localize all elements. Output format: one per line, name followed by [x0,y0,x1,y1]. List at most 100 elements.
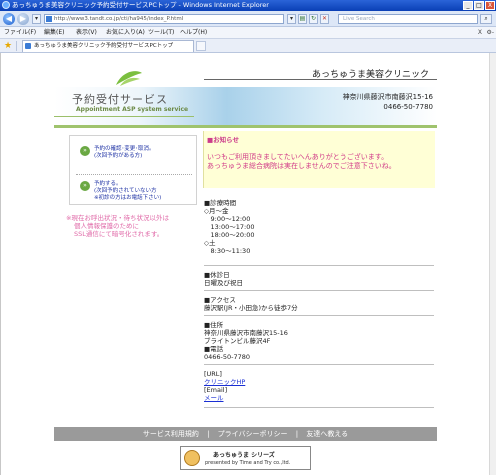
address-line: ■住所 [204,321,224,329]
hours-line: ■診療時間 [204,199,237,207]
email-label: [Email] [204,386,228,394]
ssl-note: ※現在お呼出状況・待ち状況以外は 個人情報保護のために SSL通信にて暗号化され… [66,214,204,238]
hours-line: ◇月～金 [204,207,229,215]
url-label: [URL] [204,370,222,378]
access-line: 藤沢駅(JR・小田急)から徒歩7分 [204,304,298,312]
section-divider [204,315,434,316]
series-name: あっちゅうま シリーズ [213,452,275,459]
menu-favorites[interactable]: お気に入り(A) [106,27,145,39]
address-line: ブライトンビル藤沢4F [204,337,271,345]
window-controls: _ □ X [463,1,495,10]
page-container: あっちゅうま美容クリニック 予約受付サービス Appointment ASP s… [54,53,437,475]
compat-view-icon[interactable]: ▤ [298,14,307,24]
address-input[interactable]: http://www3.tandt.co.jp/cti/ha945/index_… [44,14,284,24]
holiday-line: 日曜及び祝日 [204,279,243,287]
new-tab-button[interactable] [196,41,206,51]
section-divider [204,407,434,408]
access-line: ■アクセス [204,296,236,304]
access-section: ■アクセス 藤沢駅(JR・小田急)から徒歩7分 [204,296,298,312]
stop-icon[interactable]: ✕ [320,14,329,24]
page-viewport: あっちゅうま美容クリニック 予約受付サービス Appointment ASP s… [0,53,496,475]
news-body: いつもご利用頂きましてたいへんありがとうございます。 あっちゅうま総合病院は実在… [207,153,396,171]
footer-divider: | [295,430,299,438]
new-reservation-text: 予約する。 (次回予約されていない方 ※初診の方はお電話下さい) [94,181,161,202]
window-title: あっちゅうま美容クリニック予約受付サービスPCトップ - Windows Int… [12,1,269,9]
address-line: 神奈川県藤沢市南藤沢15-16 [204,329,288,337]
section-divider [204,364,434,365]
new-reservation-line3: ※初診の方はお電話下さい) [94,195,162,201]
favorites-star-icon[interactable]: ★ [4,41,12,51]
clinic-name-underline [204,79,437,80]
refresh-icon[interactable]: ↻ [309,14,318,24]
logo-underline [54,116,194,117]
hours-section: ■診療時間 ◇月～金 9:00～12:00 13:00～17:00 18:00～… [204,199,254,255]
leaf-logo-icon [116,71,142,86]
email-link[interactable]: メール [204,394,245,402]
hours-line: 18:00～20:00 [204,231,255,239]
holiday-line: ■休診日 [204,271,230,279]
news-line: いつもご利用頂きましてたいへんありがとうございます。 [207,153,389,161]
tell-friend-link[interactable]: 友達へ教える [306,430,348,438]
holiday-section: ■休診日 日曜及び祝日 [204,271,243,287]
forward-button[interactable]: ▶ [17,13,29,25]
new-reservation-link[interactable]: » 予約する。 (次回予約されていない方 ※初診の方はお電話下さい) [80,181,161,202]
clinic-hp-link[interactable]: クリニックHP [204,378,245,386]
ssl-note-line: ※現在お呼出状況・待ち状況以外は [66,214,169,222]
reservation-check-link[interactable]: » 予約の確認･変更･取消。 (次回予約がある方) [80,146,155,160]
menu-file[interactable]: ファイル(F) [4,27,36,39]
tab-bar: ★ あっちゅうま美容クリニック予約受付サービスPCトップ [0,39,496,53]
banner-accent-bar [54,125,437,128]
maximize-button[interactable]: □ [474,1,484,10]
settings-icon[interactable]: ⚙- [486,27,494,39]
logo-subtitle: Appointment ASP system service [76,106,189,113]
reservation-menu: » 予約の確認･変更･取消。 (次回予約がある方) » 予約する。 (次回予約さ… [69,135,197,205]
tab-current[interactable]: あっちゅうま美容クリニック予約受付サービスPCトップ [22,40,194,52]
links-section: [URL] クリニックHP [Email] メール [204,370,245,402]
double-arrow-icon: » [80,146,90,156]
new-reservation-line1: 予約する。 [94,181,122,187]
series-logo[interactable]: あっちゅうま シリーズ presented by Time and Try co… [180,446,311,470]
back-button[interactable]: ◀ [3,13,15,25]
series-badge-icon [184,450,200,466]
minimize-button[interactable]: _ [463,1,473,10]
history-dropdown-icon[interactable]: ▾ [32,14,41,24]
address-section: ■住所 神奈川県藤沢市南藤沢15-16 ブライトンビル藤沢4F ■電話 0466… [204,321,288,361]
hours-line: ◇土 [204,239,216,247]
news-panel: ■お知らせ いつもご利用頂きましてたいへんありがとうございます。 あっちゅうま総… [203,131,435,188]
address-dropdown-icon[interactable]: ▾ [287,14,296,24]
series-credit: presented by Time and Try co.,ltd. [205,460,291,466]
address-url: http://www3.tandt.co.jp/cti/ha945/index_… [54,16,184,22]
header-phone: 0466-50-7780 [383,103,433,111]
menu-edit[interactable]: 編集(E) [44,27,64,39]
terms-link[interactable]: サービス利用規約 [143,430,199,438]
window-title-bar: あっちゅうま美容クリニック予約受付サービスPCトップ - Windows Int… [0,0,496,11]
close-window-button[interactable]: X [485,1,495,10]
double-arrow-icon: » [80,181,90,191]
hours-line: 8:30～11:30 [204,247,251,255]
section-divider [204,265,434,266]
ssl-note-line: SSL通信にて暗号化されます。 [74,230,164,238]
phone-number: 0466-50-7780 [204,353,251,361]
ssl-note-line: 個人情報保護のために [74,222,139,230]
search-input[interactable]: Live Search [338,14,478,24]
hours-line: 9:00～12:00 [204,215,251,223]
menu-tools[interactable]: ツール(T) [148,27,174,39]
ie-icon [2,1,10,9]
footer-divider: | [207,430,210,438]
news-line: あっちゅうま総合病院は実在しませんのでご注意下さいね。 [207,162,396,170]
footer-nav: サービス利用規約 | プライバシーポリシー | 友達へ教える [54,427,437,441]
address-toolbar: ◀ ▶ ▾ http://www3.tandt.co.jp/cti/ha945/… [0,11,496,27]
vertical-scrollbar[interactable] [489,53,496,475]
menu-help[interactable]: ヘルプ(H) [180,27,207,39]
header-address: 神奈川県藤沢市南藤沢15-16 [342,93,433,101]
reservation-check-text: 予約の確認･変更･取消。 (次回予約がある方) [94,146,155,160]
section-divider [204,290,434,291]
close-menu-icon[interactable]: X [478,27,482,39]
menu-view[interactable]: 表示(V) [76,27,97,39]
menu-bar: ファイル(F) 編集(E) 表示(V) お気に入り(A) ツール(T) ヘルプ(… [0,27,496,39]
menu-divider [76,174,192,175]
privacy-link[interactable]: プライバシーポリシー [218,430,288,438]
hours-line: 13:00～17:00 [204,223,255,231]
header-contact: 神奈川県藤沢市南藤沢15-16 0466-50-7780 [343,92,433,112]
search-icon[interactable]: ⌕ [480,14,492,24]
